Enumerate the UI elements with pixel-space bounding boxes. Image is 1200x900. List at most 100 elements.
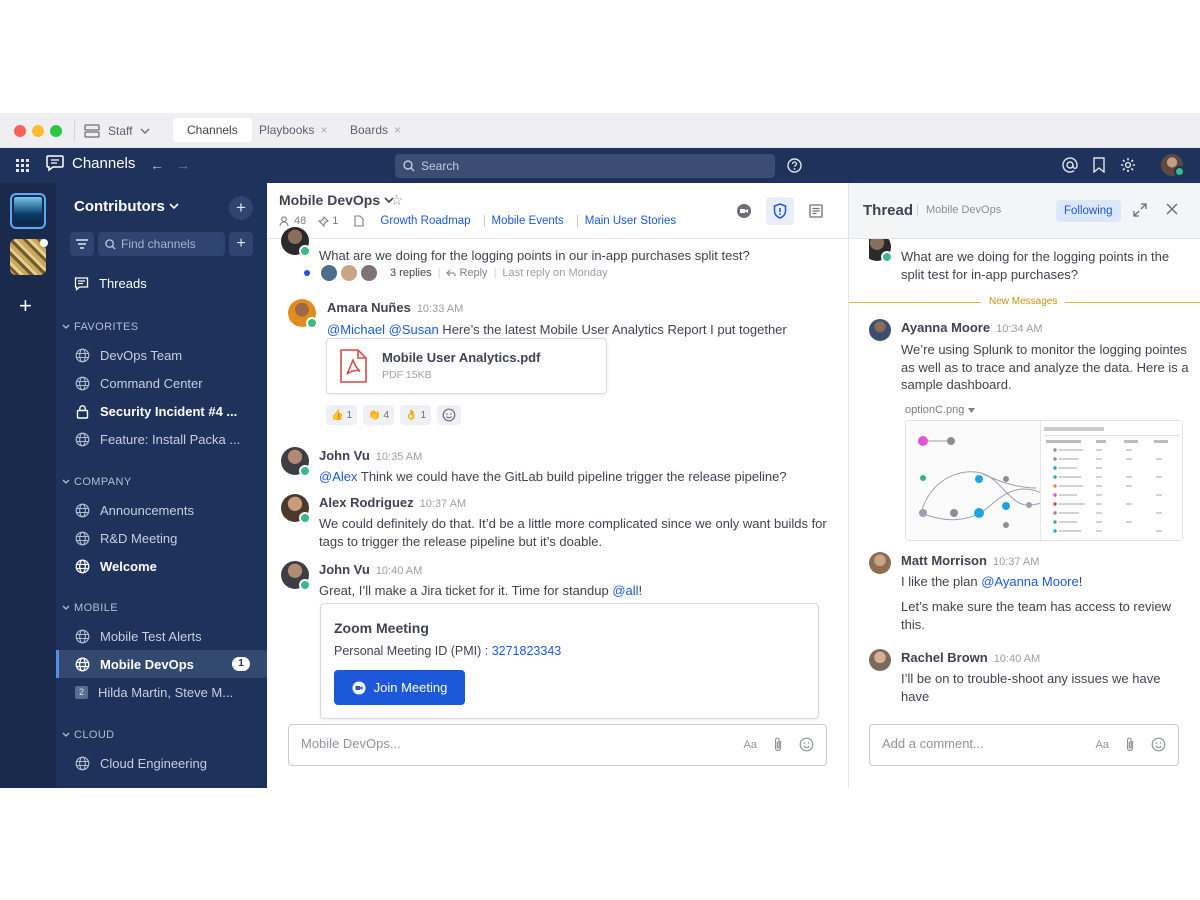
avatar[interactable]: [288, 299, 318, 329]
link-mobile-events[interactable]: Mobile Events: [483, 215, 571, 227]
join-meeting-button[interactable]: Join Meeting: [334, 670, 465, 705]
close-window-button[interactable]: [14, 125, 26, 137]
avatar[interactable]: [869, 319, 891, 341]
close-icon[interactable]: [1166, 203, 1178, 215]
reaction-thumbs-up[interactable]: 👍 1: [326, 405, 358, 425]
sidebar-item-mobile-test-alerts[interactable]: Mobile Test Alerts: [56, 622, 267, 650]
section-header-cloud[interactable]: CLOUD: [62, 729, 115, 741]
channel-info-button[interactable]: [802, 197, 830, 225]
attachment-icon[interactable]: [773, 737, 783, 752]
close-tab-icon[interactable]: ×: [320, 123, 327, 137]
maximize-window-button[interactable]: [50, 125, 62, 137]
avatar[interactable]: [281, 494, 311, 524]
reaction-ok-hand[interactable]: 👌 1: [400, 405, 432, 425]
team-menu-button[interactable]: Contributors: [74, 198, 179, 215]
section-header-mobile[interactable]: MOBILE: [62, 602, 118, 614]
avatar[interactable]: [869, 649, 891, 671]
back-arrow-icon[interactable]: ←: [150, 157, 164, 173]
link-main-user-stories[interactable]: Main User Stories: [576, 215, 683, 227]
start-call-button[interactable]: [730, 197, 758, 225]
sidebar-item-cloud-engineering[interactable]: Cloud Engineering: [56, 749, 267, 777]
formatting-button[interactable]: Aa: [744, 739, 757, 751]
close-tab-icon[interactable]: ×: [394, 123, 401, 137]
sidebar-item-announcements[interactable]: Announcements: [56, 496, 267, 524]
members-button[interactable]: 48: [279, 215, 306, 227]
minimize-window-button[interactable]: [32, 125, 44, 137]
help-icon[interactable]: [787, 158, 802, 173]
thread-reply-composer[interactable]: Aa: [869, 724, 1179, 766]
sidebar-item-security-incident[interactable]: Security Incident #4 ...: [56, 397, 267, 425]
mention-link[interactable]: @Ayanna Moore: [981, 574, 1079, 589]
mention-link[interactable]: @Alex: [319, 469, 358, 484]
sidebar-item-devops-team[interactable]: DevOps Team: [56, 341, 267, 369]
sidebar-item-threads[interactable]: Threads: [74, 276, 147, 291]
find-channels-button[interactable]: Find channels: [98, 232, 225, 256]
user-avatar[interactable]: [1161, 154, 1185, 177]
dashboard-image[interactable]: [905, 420, 1183, 541]
forward-arrow-icon[interactable]: →: [176, 157, 190, 173]
channel-name-menu[interactable]: Mobile DevOps: [279, 192, 394, 208]
file-attachment[interactable]: Mobile User Analytics.pdf PDF 15KB: [326, 338, 607, 394]
avatar[interactable]: [869, 552, 891, 574]
image-attachment-label[interactable]: optionC.png: [905, 404, 976, 416]
link-growth-roadmap[interactable]: Growth Roadmap: [370, 215, 477, 227]
search-input[interactable]: [421, 159, 751, 173]
team-icon-contributors[interactable]: [10, 193, 46, 229]
avatar[interactable]: [281, 227, 311, 257]
formatting-button[interactable]: Aa: [1096, 739, 1109, 751]
sidebar-item-rd-meeting[interactable]: R&D Meeting: [56, 524, 267, 552]
attachment-icon[interactable]: [1125, 737, 1135, 752]
pinned-button[interactable]: 1: [318, 215, 338, 227]
search-box[interactable]: [395, 154, 775, 178]
reply-button[interactable]: Reply: [446, 267, 488, 279]
add-team-button[interactable]: +: [19, 293, 32, 319]
sidebar-item-command-center[interactable]: Command Center: [56, 369, 267, 397]
following-button[interactable]: Following: [1056, 200, 1121, 222]
comment-input[interactable]: [882, 736, 1072, 751]
message-input[interactable]: [301, 736, 701, 751]
tab-boards[interactable]: Boards ×: [336, 118, 415, 142]
sidebar-item-feature-install[interactable]: Feature: Install Packa ...: [56, 425, 267, 453]
tab-playbooks[interactable]: Playbooks ×: [245, 118, 341, 142]
section-header-favorites[interactable]: FAVORITES: [62, 321, 139, 333]
reactions: 👍 1 👏 4 👌 1: [326, 405, 462, 425]
pmi-link[interactable]: 3271823343: [492, 644, 562, 658]
section-header-company[interactable]: COMPANY: [62, 476, 132, 488]
avatar[interactable]: [281, 561, 311, 591]
emoji-icon[interactable]: [799, 737, 814, 752]
emoji-icon[interactable]: [1151, 737, 1166, 752]
create-new-button[interactable]: +: [229, 232, 253, 256]
message-composer[interactable]: Aa: [288, 724, 827, 766]
reaction-clap[interactable]: 👏 4: [363, 405, 395, 425]
avatar[interactable]: [281, 447, 311, 477]
saved-messages-icon[interactable]: [1092, 157, 1106, 173]
add-channel-button[interactable]: +: [229, 196, 253, 220]
settings-gear-icon[interactable]: [1120, 157, 1136, 173]
mention-link[interactable]: @Michael: [327, 322, 385, 337]
post-author[interactable]: Matt Morrison 10:37 AM: [901, 553, 1039, 568]
post-author[interactable]: Ayanna Moore 10:34 AM: [901, 320, 1043, 335]
post-author[interactable]: Rachel Brown 10:40 AM: [901, 650, 1040, 665]
mention-link[interactable]: @all: [612, 583, 638, 598]
post-author[interactable]: Alex Rodriguez 10:37 AM: [319, 495, 466, 510]
filter-button[interactable]: [70, 232, 94, 256]
post-author[interactable]: Amara Nuñes 10:33 AM: [327, 300, 463, 315]
thread-channel-name[interactable]: Mobile DevOps: [917, 204, 1001, 216]
add-reaction-button[interactable]: [437, 405, 462, 425]
replies-count[interactable]: 3 replies: [390, 267, 432, 279]
files-icon[interactable]: [354, 215, 364, 227]
mentions-icon[interactable]: [1062, 157, 1078, 173]
tab-channels[interactable]: Channels: [173, 118, 252, 142]
expand-icon[interactable]: [1133, 203, 1147, 217]
post-author[interactable]: John Vu 10:35 AM: [319, 448, 422, 463]
security-button[interactable]: [766, 197, 794, 225]
server-switcher[interactable]: Staff: [84, 121, 150, 141]
mention-link[interactable]: @Susan: [389, 322, 439, 337]
product-menu-icon[interactable]: [16, 159, 29, 172]
favorite-star-icon[interactable]: ☆: [390, 191, 403, 209]
sidebar-item-welcome[interactable]: Welcome: [56, 552, 267, 580]
post-author[interactable]: John Vu 10:40 AM: [319, 562, 422, 577]
sidebar-item-group-dm[interactable]: 2 Hilda Martin, Steve M...: [56, 678, 267, 706]
avatar[interactable]: [869, 239, 893, 263]
sidebar-item-mobile-devops[interactable]: Mobile DevOps 1: [56, 650, 267, 678]
